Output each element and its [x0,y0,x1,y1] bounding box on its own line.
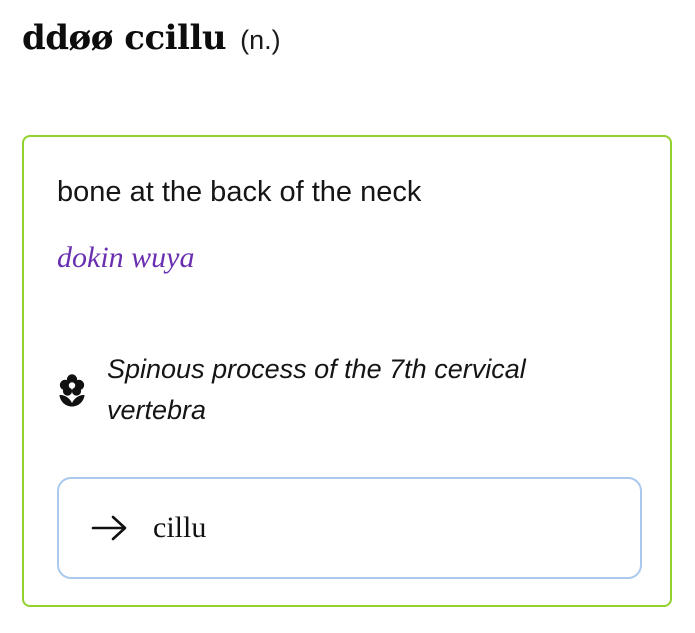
scientific-name-row: Spinous process of the 7th cervical vert… [57,349,617,431]
cross-reference-target: cillu [153,511,207,544]
headword: ddøø ccillu [22,18,227,58]
cross-reference-link[interactable]: cillu [57,477,642,579]
arrow-right-icon [91,515,127,541]
scientific-name-text: Spinous process of the 7th cervical vert… [107,354,526,425]
gloss-text: bone at the back of the neck [57,176,422,208]
entry-header: ddøø ccillu (n.) [22,18,281,58]
sense-card: bone at the back of the neck dokin wuya … [22,135,672,607]
flower-icon [59,374,85,407]
part-of-speech: (n.) [240,25,281,55]
translation-text: dokin wuya [57,241,195,274]
